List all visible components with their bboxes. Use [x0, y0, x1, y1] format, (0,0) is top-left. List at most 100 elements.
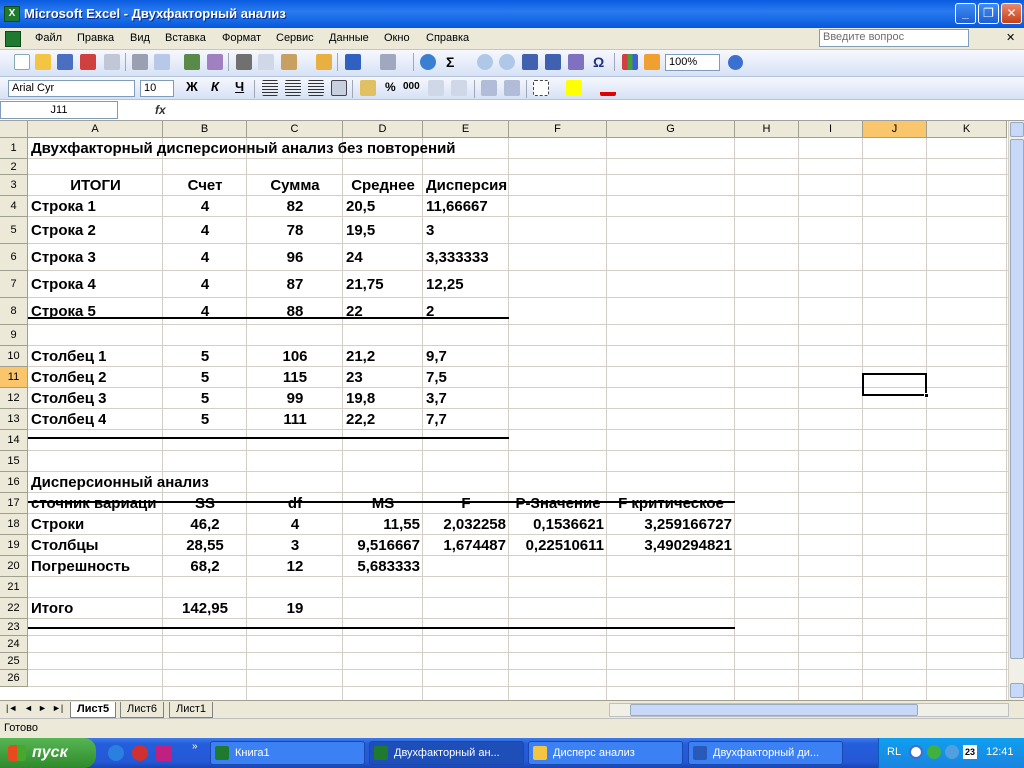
cell-G19[interactable]: 3,490294821	[607, 537, 732, 555]
row-header-10[interactable]: 10	[0, 346, 28, 367]
cell-B5[interactable]: 4	[163, 222, 247, 240]
cell-A12[interactable]: Столбец 3	[31, 390, 106, 408]
menu-tools[interactable]: Сервис	[276, 32, 314, 44]
language-indicator[interactable]: RL	[887, 746, 901, 758]
cell-D20[interactable]: 5,683333	[343, 558, 420, 576]
cell-D6[interactable]: 24	[346, 249, 363, 267]
document-icon[interactable]	[5, 31, 21, 47]
menu-view[interactable]: Вид	[130, 32, 150, 44]
cell-C22[interactable]: 19	[247, 600, 343, 618]
research-icon[interactable]	[207, 54, 223, 70]
autosum-icon[interactable]: Σ	[446, 54, 454, 70]
underline-button[interactable]: Ч	[235, 79, 244, 94]
paste-icon[interactable]	[281, 54, 297, 70]
cell-D5[interactable]: 19,5	[346, 222, 375, 240]
column-header-C[interactable]: C	[247, 121, 343, 138]
cell-A16[interactable]: Дисперсионный анализ	[31, 474, 209, 492]
cell-A22[interactable]: Итого	[31, 600, 73, 618]
cell-E12[interactable]: 3,7	[426, 390, 447, 408]
tray-update-icon[interactable]	[945, 745, 959, 759]
row-header-6[interactable]: 6	[0, 244, 28, 271]
cell-A19[interactable]: Столбцы	[31, 537, 98, 555]
cell-B22[interactable]: 142,95	[163, 600, 247, 618]
cell-E4[interactable]: 11,66667	[426, 198, 488, 216]
minimize-button[interactable]: _	[955, 3, 976, 24]
media-icon[interactable]	[132, 745, 148, 761]
sort-asc-icon[interactable]	[522, 54, 538, 70]
cell-E17[interactable]: F	[423, 495, 509, 513]
cell-A7[interactable]: Строка 4	[31, 276, 96, 294]
row-header-4[interactable]: 4	[0, 196, 28, 217]
cell-F19[interactable]: 0,22510611	[509, 537, 604, 555]
row-header-14[interactable]: 14	[0, 430, 28, 451]
increase-indent-icon[interactable]	[504, 80, 520, 96]
cell-A18[interactable]: Строки	[31, 516, 84, 534]
fill-color-icon[interactable]	[566, 80, 582, 96]
menu-insert[interactable]: Вставка	[165, 32, 206, 44]
sort-desc-icon[interactable]	[545, 54, 561, 70]
cell-B12[interactable]: 5	[163, 390, 247, 408]
quicklaunch-expand-icon[interactable]: »	[192, 741, 198, 752]
cell-A4[interactable]: Строка 1	[31, 198, 96, 216]
row-header-20[interactable]: 20	[0, 556, 28, 577]
increase-decimal-icon[interactable]	[428, 80, 444, 96]
cell-G18[interactable]: 3,259166727	[607, 516, 732, 534]
row-header-13[interactable]: 13	[0, 409, 28, 430]
cell-C10[interactable]: 106	[247, 348, 343, 366]
font-grow-icon[interactable]	[568, 54, 584, 70]
cell-A6[interactable]: Строка 3	[31, 249, 96, 267]
row-header-3[interactable]: 3	[0, 175, 28, 196]
cell-B20[interactable]: 68,2	[163, 558, 247, 576]
zoom-in-icon[interactable]	[477, 54, 493, 70]
font-select[interactable]: Arial Cyr	[8, 80, 135, 97]
column-header-K[interactable]: K	[927, 121, 1007, 138]
scroll-thumb[interactable]	[1010, 139, 1024, 659]
name-box[interactable]: J11	[0, 101, 118, 119]
cell-G17[interactable]: F критическое	[607, 495, 735, 513]
fill-handle[interactable]	[924, 393, 929, 398]
borders-icon[interactable]	[533, 80, 549, 96]
cell-A20[interactable]: Погрешность	[31, 558, 130, 576]
cell-E13[interactable]: 7,7	[426, 411, 447, 429]
row-header-12[interactable]: 12	[0, 388, 28, 409]
spelling-icon[interactable]	[184, 54, 200, 70]
first-sheet-icon[interactable]: |◄	[6, 703, 17, 713]
prev-sheet-icon[interactable]: ◄	[24, 703, 33, 713]
cell-A10[interactable]: Столбец 1	[31, 348, 106, 366]
column-header-I[interactable]: I	[799, 121, 863, 138]
taskbar-item-book1[interactable]: Книга1	[210, 741, 365, 765]
hyperlink-icon[interactable]	[420, 54, 436, 70]
cell-D19[interactable]: 9,516667	[343, 537, 420, 555]
column-header-G[interactable]: G	[607, 121, 735, 138]
align-center-icon[interactable]	[285, 80, 301, 96]
cell-E3[interactable]: Дисперсия	[426, 177, 507, 195]
cell-E7[interactable]: 12,25	[426, 276, 464, 294]
save-icon[interactable]	[57, 54, 73, 70]
ie-icon[interactable]	[108, 745, 124, 761]
cell-D7[interactable]: 21,75	[346, 276, 384, 294]
active-cell[interactable]	[862, 373, 927, 396]
copy-icon[interactable]	[258, 54, 274, 70]
row-header-26[interactable]: 26	[0, 670, 28, 687]
print-preview-icon[interactable]	[154, 54, 170, 70]
row-header-2[interactable]: 2	[0, 159, 28, 175]
currency-icon[interactable]	[360, 80, 376, 96]
select-all[interactable]	[0, 121, 28, 138]
app-quicklaunch-icon[interactable]	[156, 745, 172, 761]
cell-D12[interactable]: 19,8	[346, 390, 375, 408]
percent-button[interactable]: %	[385, 80, 396, 94]
align-left-icon[interactable]	[262, 80, 278, 96]
cell-C17[interactable]: df	[247, 495, 343, 513]
menu-window[interactable]: Окно	[384, 32, 410, 44]
cell-C6[interactable]: 96	[247, 249, 343, 267]
cell-B7[interactable]: 4	[163, 276, 247, 294]
cell-D10[interactable]: 21,2	[346, 348, 375, 366]
new-icon[interactable]	[14, 54, 30, 70]
permission-icon[interactable]	[80, 54, 96, 70]
cell-D11[interactable]: 23	[346, 369, 363, 387]
cell-B13[interactable]: 5	[163, 411, 247, 429]
row-header-11[interactable]: 11	[0, 367, 28, 388]
align-right-icon[interactable]	[308, 80, 324, 96]
vertical-scrollbar[interactable]	[1008, 121, 1024, 700]
restore-button[interactable]: ❐	[978, 3, 999, 24]
